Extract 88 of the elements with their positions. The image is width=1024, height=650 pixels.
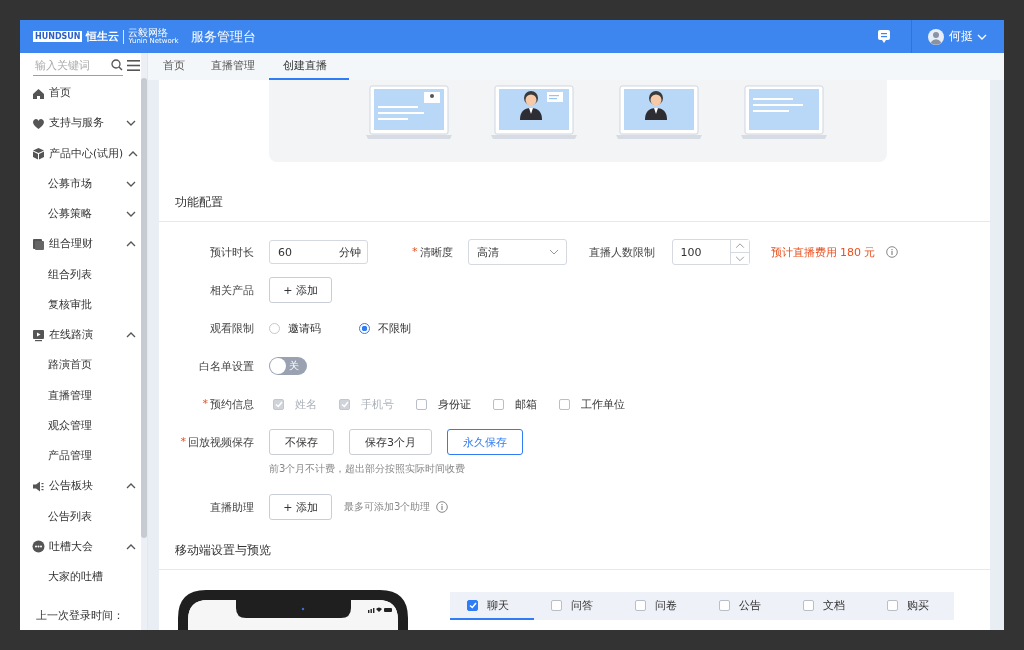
field-label: 回放视频保存: [188, 434, 254, 450]
radio-label: 邀请码: [288, 320, 321, 336]
hint-text: 前3个月不计费，超出部分按照实际时间收费: [269, 462, 466, 476]
add-button[interactable]: + 添加: [269, 277, 332, 303]
nav-item-label: 在线路演: [49, 328, 94, 343]
app-title: 服务管理台: [190, 27, 256, 46]
radio-button[interactable]: [269, 322, 280, 334]
nav-subitem[interactable]: 观众管理: [48, 418, 137, 433]
nav-item-label: 首页: [49, 86, 72, 101]
info-icon[interactable]: [436, 501, 449, 513]
search-icon[interactable]: [111, 59, 123, 71]
message-icon[interactable]: [877, 29, 891, 44]
field-label: 直播人数限制: [588, 244, 655, 260]
menu-icon[interactable]: [127, 60, 140, 71]
nav-item-label: 组合理财: [49, 237, 94, 252]
search-field[interactable]: 输入关键词: [33, 55, 123, 76]
clarity-select[interactable]: 高清: [467, 239, 567, 265]
checkbox[interactable]: [551, 599, 562, 611]
checkbox-label: 姓名: [295, 396, 317, 412]
nav-subitem[interactable]: 大家的吐槽: [48, 570, 137, 585]
hint-text: 最多可添加3个助理: [344, 500, 431, 514]
field-label: 白名单设置: [199, 358, 254, 374]
field-label: 预约信息: [210, 396, 254, 412]
nav-subitem[interactable]: 产品管理: [48, 449, 137, 464]
nav-subitem[interactable]: 公募市场: [48, 176, 121, 191]
speaker-icon: [32, 479, 45, 493]
checkbox-label: 邮箱: [515, 396, 537, 412]
section-title: 功能配置: [159, 184, 990, 222]
checkbox[interactable]: [467, 599, 478, 611]
unit-label: 分钟: [339, 245, 361, 260]
info-icon[interactable]: [885, 246, 898, 258]
play-screen-icon: [32, 328, 45, 342]
nav-subitem[interactable]: 复核审批: [48, 297, 137, 312]
company-logo: HUNDSUN: [33, 31, 83, 42]
home-icon: [32, 86, 45, 100]
feature-tab[interactable]: 聊天: [450, 592, 534, 620]
select-value: 高清: [476, 244, 499, 260]
nav-subitem[interactable]: 路演首页: [48, 358, 137, 373]
feature-tab[interactable]: 公告: [702, 592, 786, 620]
checkbox[interactable]: [635, 599, 646, 611]
field-label: 预计时长: [210, 244, 254, 260]
checkbox-label: 工作单位: [581, 396, 625, 412]
add-button[interactable]: + 添加: [269, 494, 332, 520]
brand-name: 恒生云: [86, 29, 120, 44]
partner-name: 云毅网络: [128, 28, 169, 38]
nav-item-label: 吐槽大会: [49, 539, 94, 554]
option-button[interactable]: 保存3个月: [349, 429, 432, 455]
option-button[interactable]: 不保存: [269, 429, 334, 455]
feature-tab[interactable]: 文档: [786, 592, 870, 620]
radio-button[interactable]: [359, 322, 370, 334]
cube-icon: [32, 147, 45, 161]
feature-tab[interactable]: 购买: [870, 592, 954, 620]
checkbox[interactable]: [416, 398, 427, 410]
field-label: 相关产品: [210, 282, 254, 298]
required-mark: *: [412, 244, 418, 260]
checkbox[interactable]: [719, 599, 730, 611]
nav-item-label: 支持与服务: [49, 116, 105, 131]
avatar-icon[interactable]: [928, 28, 944, 45]
field-label: 观看限制: [210, 320, 254, 336]
chat-bubble-icon: [32, 540, 45, 554]
stack-icon: [32, 237, 45, 251]
field-label: 清晰度: [419, 244, 453, 260]
checkbox[interactable]: [559, 398, 570, 410]
nav-subitem[interactable]: 直播管理: [48, 388, 137, 403]
required-mark: *: [202, 396, 208, 412]
checkbox[interactable]: [803, 599, 814, 611]
checkbox-label: 手机号: [361, 396, 394, 412]
nav-subitem[interactable]: 公告列表: [48, 509, 137, 524]
nav-tab[interactable]: 直播管理: [199, 53, 267, 80]
feature-tab[interactable]: 问卷: [618, 592, 702, 620]
checkbox[interactable]: [887, 599, 898, 611]
heart-icon: [32, 116, 45, 130]
nav-item-label: 公告板块: [49, 479, 94, 494]
nav-subitem[interactable]: 公募策略: [48, 207, 121, 222]
fee-estimate: 预计直播费用 180 元: [770, 244, 876, 260]
section-title: 移动端设置与预览: [159, 532, 990, 570]
option-button[interactable]: 永久保存: [447, 429, 523, 455]
spinner-down-icon[interactable]: [730, 251, 749, 264]
nav-item-label: 产品中心(试用): [49, 146, 124, 161]
checkbox-label: 身份证: [438, 396, 471, 412]
nav-subitem[interactable]: 组合列表: [48, 267, 137, 282]
user-name[interactable]: 何挺: [949, 28, 973, 45]
radio-label: 不限制: [378, 320, 411, 336]
feature-tab[interactable]: 问答: [534, 592, 618, 620]
nav-tab[interactable]: 首页: [151, 53, 197, 80]
required-mark: *: [180, 434, 186, 450]
field-label: 直播助理: [210, 499, 254, 515]
checkbox[interactable]: [493, 398, 504, 410]
